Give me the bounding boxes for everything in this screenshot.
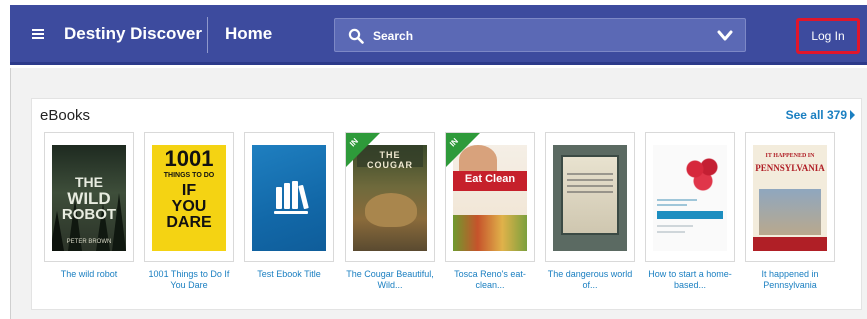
book-item[interactable]: IT HAPPENED IN PENNSYLVANIA It happened … (745, 132, 835, 291)
navigation-bar: Destiny Discover Home Log In (10, 5, 867, 65)
book-title[interactable]: The wild robot (44, 269, 134, 280)
book-cover-image (553, 145, 627, 251)
search-icon[interactable] (348, 28, 364, 44)
book-item[interactable]: How to start a home-based... (645, 132, 735, 291)
book-cover-image: THE WILD ROBOT PETER BROWN (52, 145, 126, 251)
book-cover-image: IT HAPPENED IN PENNSYLVANIA (753, 145, 827, 251)
book-cover-tile[interactable] (645, 132, 735, 262)
hamburger-menu-icon[interactable] (32, 29, 44, 39)
book-item[interactable]: Test Ebook Title (244, 132, 334, 280)
book-item[interactable]: THE COUGAR IN The Cougar Beautiful, Wild… (345, 132, 435, 291)
book-item[interactable]: The dangerous world of... (545, 132, 635, 291)
book-item[interactable]: THE WILD ROBOT PETER BROWN The wild robo… (44, 132, 134, 280)
ebooks-card: eBooks See all 379 THE WILD ROBOT PETER … (31, 98, 862, 310)
home-link[interactable]: Home (225, 24, 272, 44)
brand-title: Destiny Discover (64, 24, 202, 43)
section-title: eBooks (40, 107, 91, 124)
book-item[interactable]: 1001 THINGS TO DO IF YOU DARE 1001 Thing… (144, 132, 234, 291)
book-title[interactable]: Test Ebook Title (244, 269, 334, 280)
book-cover-tile[interactable]: Eat Clean IN (445, 132, 535, 262)
search-input[interactable] (373, 27, 703, 45)
book-cover-image: 1001 THINGS TO DO IF YOU DARE (152, 145, 226, 251)
book-cover-tile[interactable] (244, 132, 334, 262)
search-bar[interactable] (334, 18, 746, 52)
header-divider (207, 17, 208, 53)
chevron-down-icon[interactable] (717, 30, 733, 42)
book-cover-tile[interactable] (545, 132, 635, 262)
see-all-label[interactable]: See all 379 (786, 108, 847, 122)
top-header: Destiny Discover Home Log In (0, 0, 867, 68)
login-button[interactable]: Log In (799, 21, 857, 51)
see-all-link[interactable]: See all 379 (786, 108, 855, 122)
book-title[interactable]: The Cougar Beautiful, Wild... (345, 269, 435, 291)
book-cover-tile[interactable]: THE COUGAR IN (345, 132, 435, 262)
book-title[interactable]: Tosca Reno's eat-clean... (445, 269, 535, 291)
book-title[interactable]: It happened in Pennsylvania (745, 269, 835, 291)
book-title[interactable]: How to start a home-based... (645, 269, 735, 291)
book-cover-image (653, 145, 727, 251)
book-cover-tile[interactable]: IT HAPPENED IN PENNSYLVANIA (745, 132, 835, 262)
book-cover-tile[interactable]: 1001 THINGS TO DO IF YOU DARE (144, 132, 234, 262)
arrow-right-icon (850, 110, 855, 120)
book-cover-tile[interactable]: THE WILD ROBOT PETER BROWN (44, 132, 134, 262)
ebook-placeholder-icon (252, 145, 326, 251)
book-item[interactable]: Eat Clean IN Tosca Reno's eat-clean... (445, 132, 535, 291)
book-title[interactable]: 1001 Things to Do If You Dare (144, 269, 234, 291)
book-title[interactable]: The dangerous world of... (545, 269, 635, 291)
